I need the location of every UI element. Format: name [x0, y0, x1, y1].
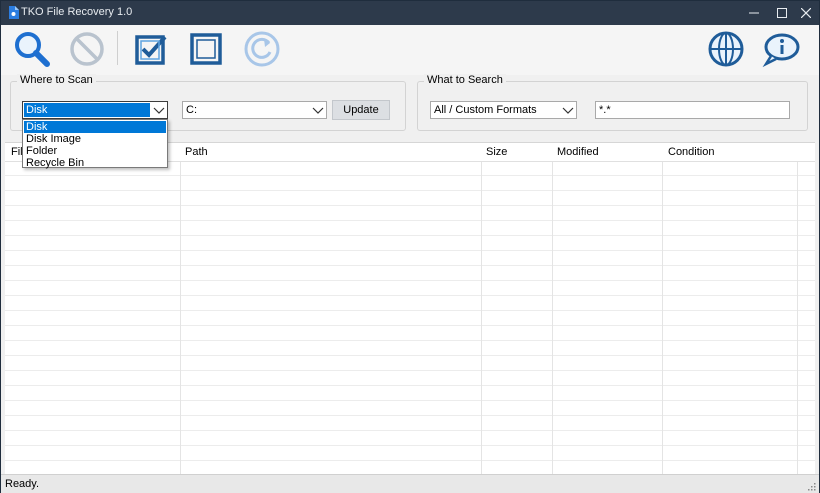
- where-to-scan-legend: Where to Scan: [17, 74, 96, 86]
- select-all-icon: [135, 35, 167, 65]
- recover-icon: [244, 31, 280, 67]
- scan-source-dropdown: Disk Disk Image Folder Recycle Bin: [22, 119, 168, 169]
- toolbar-separator: [117, 31, 118, 65]
- recover-button[interactable]: [242, 29, 282, 69]
- scan-source-value: Disk: [26, 104, 48, 116]
- what-to-search-legend: What to Search: [424, 74, 506, 86]
- search-pattern-input[interactable]: *.*: [595, 101, 790, 119]
- language-button[interactable]: [706, 29, 746, 69]
- scan-source-combo[interactable]: Disk: [22, 101, 168, 119]
- maximize-button[interactable]: [769, 1, 795, 25]
- column-header-file[interactable]: Fil: [11, 146, 23, 158]
- column-divider[interactable]: [662, 143, 663, 475]
- column-header-size[interactable]: Size: [486, 146, 507, 158]
- deselect-button[interactable]: [186, 29, 226, 69]
- column-header-condition[interactable]: Condition: [668, 146, 714, 158]
- column-divider[interactable]: [797, 143, 798, 475]
- resize-grip-icon[interactable]: [808, 483, 816, 491]
- column-divider[interactable]: [481, 143, 482, 475]
- drive-value: C:: [186, 104, 197, 116]
- dropdown-option-disk[interactable]: Disk: [24, 121, 166, 133]
- update-button[interactable]: Update: [332, 100, 390, 120]
- minimize-icon: [749, 12, 759, 14]
- app-window: TKO File Recovery 1.0 Where to Scan Disk…: [0, 0, 820, 493]
- format-combo[interactable]: All / Custom Formats: [430, 101, 577, 119]
- window-title: TKO File Recovery 1.0: [21, 6, 133, 18]
- column-header-path[interactable]: Path: [185, 146, 208, 158]
- language-icon: [708, 31, 744, 67]
- stop-icon: [70, 32, 104, 66]
- format-value: All / Custom Formats: [434, 104, 537, 116]
- status-bar: Ready.: [1, 474, 819, 493]
- drive-combo[interactable]: C:: [182, 101, 327, 119]
- dropdown-option-recycle-bin[interactable]: Recycle Bin: [24, 157, 166, 169]
- search-icon: [15, 32, 50, 67]
- chevron-down-icon: [312, 107, 324, 114]
- dropdown-option-folder[interactable]: Folder: [24, 145, 166, 157]
- column-divider[interactable]: [552, 143, 553, 475]
- title-bar: TKO File Recovery 1.0: [1, 1, 819, 25]
- chevron-down-icon: [153, 107, 165, 114]
- chevron-down-icon: [562, 107, 574, 114]
- about-button[interactable]: [761, 29, 801, 69]
- search-pattern-value: *.*: [599, 104, 611, 116]
- close-icon: [800, 7, 812, 19]
- dropdown-option-disk-image[interactable]: Disk Image: [24, 133, 166, 145]
- status-text: Ready.: [5, 478, 40, 490]
- about-icon: [762, 33, 800, 68]
- scan-button[interactable]: [12, 29, 52, 69]
- select-all-button[interactable]: [131, 29, 171, 69]
- table-rows: [5, 161, 815, 475]
- close-button[interactable]: [793, 1, 819, 25]
- deselect-icon: [190, 33, 222, 65]
- maximize-icon: [777, 8, 787, 18]
- column-header-modified[interactable]: Modified: [557, 146, 599, 158]
- column-divider[interactable]: [180, 143, 181, 475]
- minimize-button[interactable]: [741, 1, 767, 25]
- stop-button[interactable]: [67, 29, 107, 69]
- app-icon: [9, 6, 19, 19]
- toolbar: [1, 25, 819, 75]
- results-table[interactable]: Fil Path Size Modified Condition: [5, 142, 815, 475]
